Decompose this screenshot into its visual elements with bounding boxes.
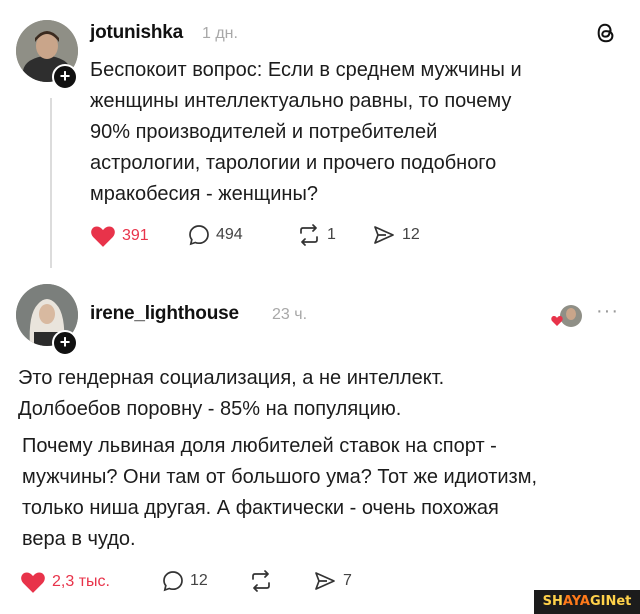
reply-repost-button[interactable] bbox=[249, 570, 279, 592]
post-text: Беспокоит вопрос: Если в среднем мужчины… bbox=[90, 55, 522, 210]
share-icon bbox=[315, 572, 335, 590]
repost-icon bbox=[252, 570, 270, 592]
reply-username[interactable]: irene_lighthouse bbox=[90, 303, 239, 325]
reply-like-button[interactable]: 2,3 тыс. bbox=[20, 570, 110, 594]
post-timestamp: 1 дн. bbox=[202, 25, 238, 42]
post-username[interactable]: jotunishka bbox=[90, 22, 183, 44]
reply-text: Почему львиная доля любителей ставок на … bbox=[22, 431, 537, 555]
liked-by-author-badge bbox=[551, 304, 583, 335]
reply-text: Это гендерная социализация, а не интелле… bbox=[18, 363, 444, 425]
share-count: 12 bbox=[402, 226, 420, 243]
follow-plus-button[interactable]: + bbox=[52, 64, 78, 90]
threads-logo-icon[interactable] bbox=[595, 21, 617, 50]
post-text-line: Беспокоит вопрос: Если в среднем мужчины… bbox=[90, 59, 522, 81]
thread-connector-line bbox=[50, 98, 52, 268]
heart-icon bbox=[91, 226, 115, 247]
post-text-line: астрологии, тарологии и прочего подобног… bbox=[90, 152, 497, 174]
repost-count: 1 bbox=[327, 226, 336, 243]
reply-text-line: Почему львиная доля любителей ставок на … bbox=[22, 435, 497, 457]
reply-text-line: мужчины? Они там от большого ума? Тот же… bbox=[22, 466, 538, 488]
reply-text-line: вера в чудо. bbox=[22, 528, 136, 550]
reply-comment-count: 12 bbox=[190, 572, 208, 589]
comment-icon bbox=[189, 225, 209, 246]
heart-icon bbox=[21, 572, 45, 593]
follow-plus-button[interactable]: + bbox=[52, 330, 78, 356]
comment-button[interactable]: 494 bbox=[188, 224, 243, 246]
watermark-logo: SHAYAGINet bbox=[534, 590, 640, 614]
reply-text-line: Это гендерная социализация, а не интелле… bbox=[18, 367, 445, 389]
more-options-button[interactable]: ··· bbox=[596, 300, 619, 323]
comment-icon bbox=[163, 571, 183, 592]
like-count: 391 bbox=[122, 227, 149, 244]
reply-timestamp: 23 ч. bbox=[272, 306, 308, 323]
like-button[interactable]: 391 bbox=[90, 224, 149, 248]
reply-text-line: только ниша другая. А фактически - очень… bbox=[22, 497, 499, 519]
reply-share-count: 7 bbox=[343, 572, 352, 589]
post-text-line: женщины интеллектуально равны, то почему bbox=[90, 90, 512, 112]
share-button[interactable]: 12 bbox=[372, 224, 420, 246]
post-text-line: мракобесия - женщины? bbox=[90, 183, 318, 205]
reply-share-button[interactable]: 7 bbox=[313, 570, 352, 592]
reply-like-count: 2,3 тыс. bbox=[52, 573, 110, 590]
repost-icon bbox=[300, 224, 318, 246]
share-icon bbox=[374, 226, 394, 244]
reply-comment-button[interactable]: 12 bbox=[162, 570, 208, 592]
post-text-line: 90% производителей и потребителей bbox=[90, 121, 438, 143]
repost-button[interactable]: 1 bbox=[297, 224, 336, 246]
reply-text-line: Долбоебов поровну - 85% на популяцию. bbox=[18, 398, 402, 420]
comment-count: 494 bbox=[216, 226, 243, 243]
